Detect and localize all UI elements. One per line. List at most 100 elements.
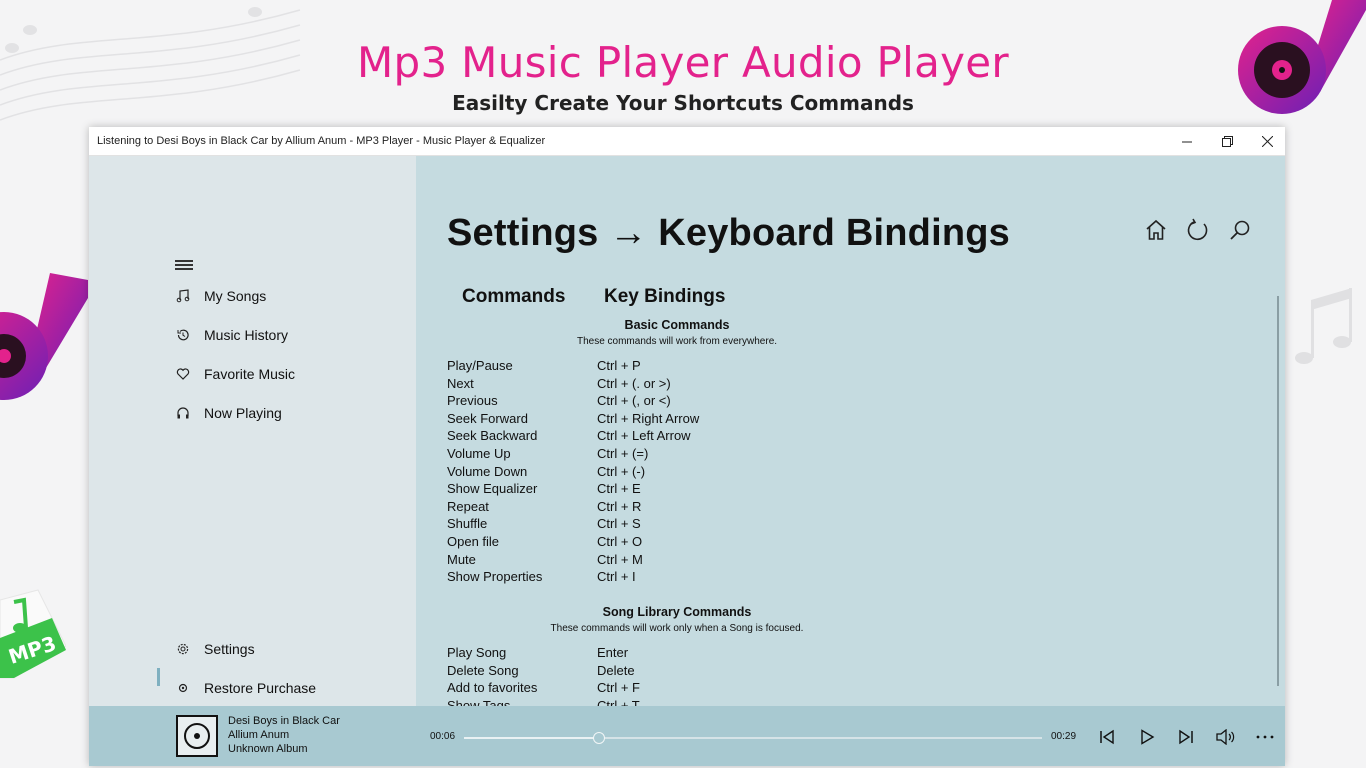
sidebar-item-label: Restore Purchase xyxy=(204,680,317,696)
library-commands-subtitle: These commands will work only when a Son… xyxy=(550,623,804,634)
command-name: Seek Forward xyxy=(447,410,528,426)
sidebar-item-my-songs[interactable]: My Songs xyxy=(173,284,266,308)
volume-button[interactable] xyxy=(1214,725,1238,749)
gear-icon xyxy=(173,639,193,659)
vinyl-logo xyxy=(1238,0,1366,114)
bindings-column-header: Key Bindings xyxy=(604,286,726,307)
album-name: Unknown Album xyxy=(228,743,308,755)
key-binding: Ctrl + S xyxy=(597,516,641,532)
key-binding: Ctrl + I xyxy=(597,569,636,585)
command-name: Next xyxy=(447,375,474,391)
key-binding: Ctrl + M xyxy=(597,551,643,567)
close-icon xyxy=(1261,136,1273,147)
command-name: Delete Song xyxy=(447,662,519,678)
command-name: Repeat xyxy=(447,498,489,514)
active-indicator xyxy=(157,668,160,686)
command-name: Play/Pause xyxy=(447,358,513,373)
command-name: Seek Backward xyxy=(447,428,538,444)
sidebar-item-favorite-music[interactable]: Favorite Music xyxy=(173,362,295,386)
page-title: Settings → Keyboard Bindings xyxy=(447,212,1010,254)
close-button[interactable] xyxy=(1247,127,1285,156)
sidebar-item-now-playing[interactable]: Now Playing xyxy=(173,401,282,425)
heart-icon xyxy=(173,364,193,384)
history-icon xyxy=(173,325,193,345)
home-icon[interactable] xyxy=(1144,218,1168,242)
basic-commands-subtitle: These commands will work from everywhere… xyxy=(576,336,778,347)
more-icon xyxy=(1256,735,1274,739)
vertical-scrollbar[interactable] xyxy=(1277,296,1279,686)
play-button[interactable] xyxy=(1135,725,1159,749)
sidebar-item-settings[interactable]: Settings xyxy=(173,637,255,661)
commands-column-header: Commands xyxy=(462,286,566,307)
sidebar-item-label: My Songs xyxy=(204,288,267,304)
main-content: Settings → Keyboard Bindings Commands Ke… xyxy=(416,156,1285,706)
search-icon[interactable] xyxy=(1228,218,1252,242)
command-name: Open file xyxy=(447,534,500,549)
basic-commands-title: Basic Commands xyxy=(624,318,730,332)
key-binding: Ctrl + P xyxy=(597,358,641,373)
command-name: Mute xyxy=(447,551,476,567)
key-binding: Ctrl + Right Arrow xyxy=(597,410,700,426)
command-name: Show Tags xyxy=(447,697,511,706)
sidebar-item-label: Music History xyxy=(204,327,289,343)
command-name: Play Song xyxy=(447,645,507,660)
command-name: Show Equalizer xyxy=(447,481,538,497)
seek-slider[interactable] xyxy=(464,732,1042,744)
library-commands-title: Song Library Commands xyxy=(602,605,752,619)
command-name: Volume Up xyxy=(447,446,511,461)
key-binding: Ctrl + O xyxy=(597,534,643,549)
volume-icon xyxy=(1216,729,1235,745)
app-window: Listening to Desi Boys in Black Car by A… xyxy=(89,127,1285,766)
restore-button[interactable] xyxy=(1207,127,1247,156)
title-bar: Listening to Desi Boys in Black Car by A… xyxy=(89,127,1285,156)
key-binding: Ctrl + F xyxy=(597,680,640,696)
minimize-button[interactable] xyxy=(1167,127,1207,156)
sidebar: My Songs Music History Favorite Music No… xyxy=(89,156,416,706)
key-binding: Ctrl + (-) xyxy=(597,463,646,479)
album-art[interactable] xyxy=(176,715,218,757)
seek-thumb[interactable] xyxy=(592,732,605,744)
key-binding: Ctrl + Left Arrow xyxy=(597,428,691,444)
next-button[interactable] xyxy=(1174,725,1198,749)
restore-icon xyxy=(173,678,193,698)
minimize-icon xyxy=(1182,141,1192,142)
elapsed-time: 00:06 xyxy=(430,731,456,742)
vinyl-icon xyxy=(184,723,210,749)
more-button[interactable] xyxy=(1253,725,1277,749)
key-binding: Ctrl + E xyxy=(597,481,641,497)
play-icon xyxy=(1141,729,1155,745)
command-name: Volume Down xyxy=(447,463,528,479)
player-bar: Desi Boys in Black Car Allium Anum Unkno… xyxy=(89,706,1285,766)
restore-icon xyxy=(1221,136,1233,147)
previous-button[interactable] xyxy=(1095,725,1119,749)
key-binding: Ctrl + T xyxy=(597,697,640,706)
song-title: Desi Boys in Black Car xyxy=(228,715,340,727)
window-title: Listening to Desi Boys in Black Car by A… xyxy=(97,135,546,147)
sidebar-item-label: Favorite Music xyxy=(204,366,296,382)
refresh-icon[interactable] xyxy=(1186,218,1210,242)
key-binding: Enter xyxy=(597,645,629,660)
music-note-decoration xyxy=(1295,288,1352,364)
sidebar-item-restore-purchase[interactable]: Restore Purchase xyxy=(173,676,316,700)
hamburger-icon[interactable] xyxy=(175,260,193,272)
vinyl-logo-left xyxy=(0,273,88,400)
seek-progress xyxy=(464,737,599,739)
key-binding: Ctrl + (=) xyxy=(597,446,649,461)
next-icon xyxy=(1179,729,1193,745)
headphones-icon xyxy=(173,403,193,423)
key-binding: Ctrl + (, or <) xyxy=(597,393,671,409)
command-name: Add to favorites xyxy=(447,680,538,696)
command-name: Show Properties xyxy=(447,569,543,585)
track-info: Desi Boys in Black Car Allium Anum Unkno… xyxy=(228,714,340,756)
command-name: Previous xyxy=(447,393,498,409)
sidebar-item-music-history[interactable]: Music History xyxy=(173,323,288,347)
command-name: Shuffle xyxy=(447,516,488,532)
remaining-time: 00:29 xyxy=(1051,731,1077,742)
key-binding: Ctrl + R xyxy=(597,498,642,514)
artist-name: Allium Anum xyxy=(228,729,290,741)
sidebar-item-label: Settings xyxy=(204,641,255,657)
key-binding: Delete xyxy=(597,662,635,678)
music-note-icon xyxy=(173,286,193,306)
mp3-badge: MP3 xyxy=(0,588,67,680)
sidebar-item-label: Now Playing xyxy=(204,405,282,421)
